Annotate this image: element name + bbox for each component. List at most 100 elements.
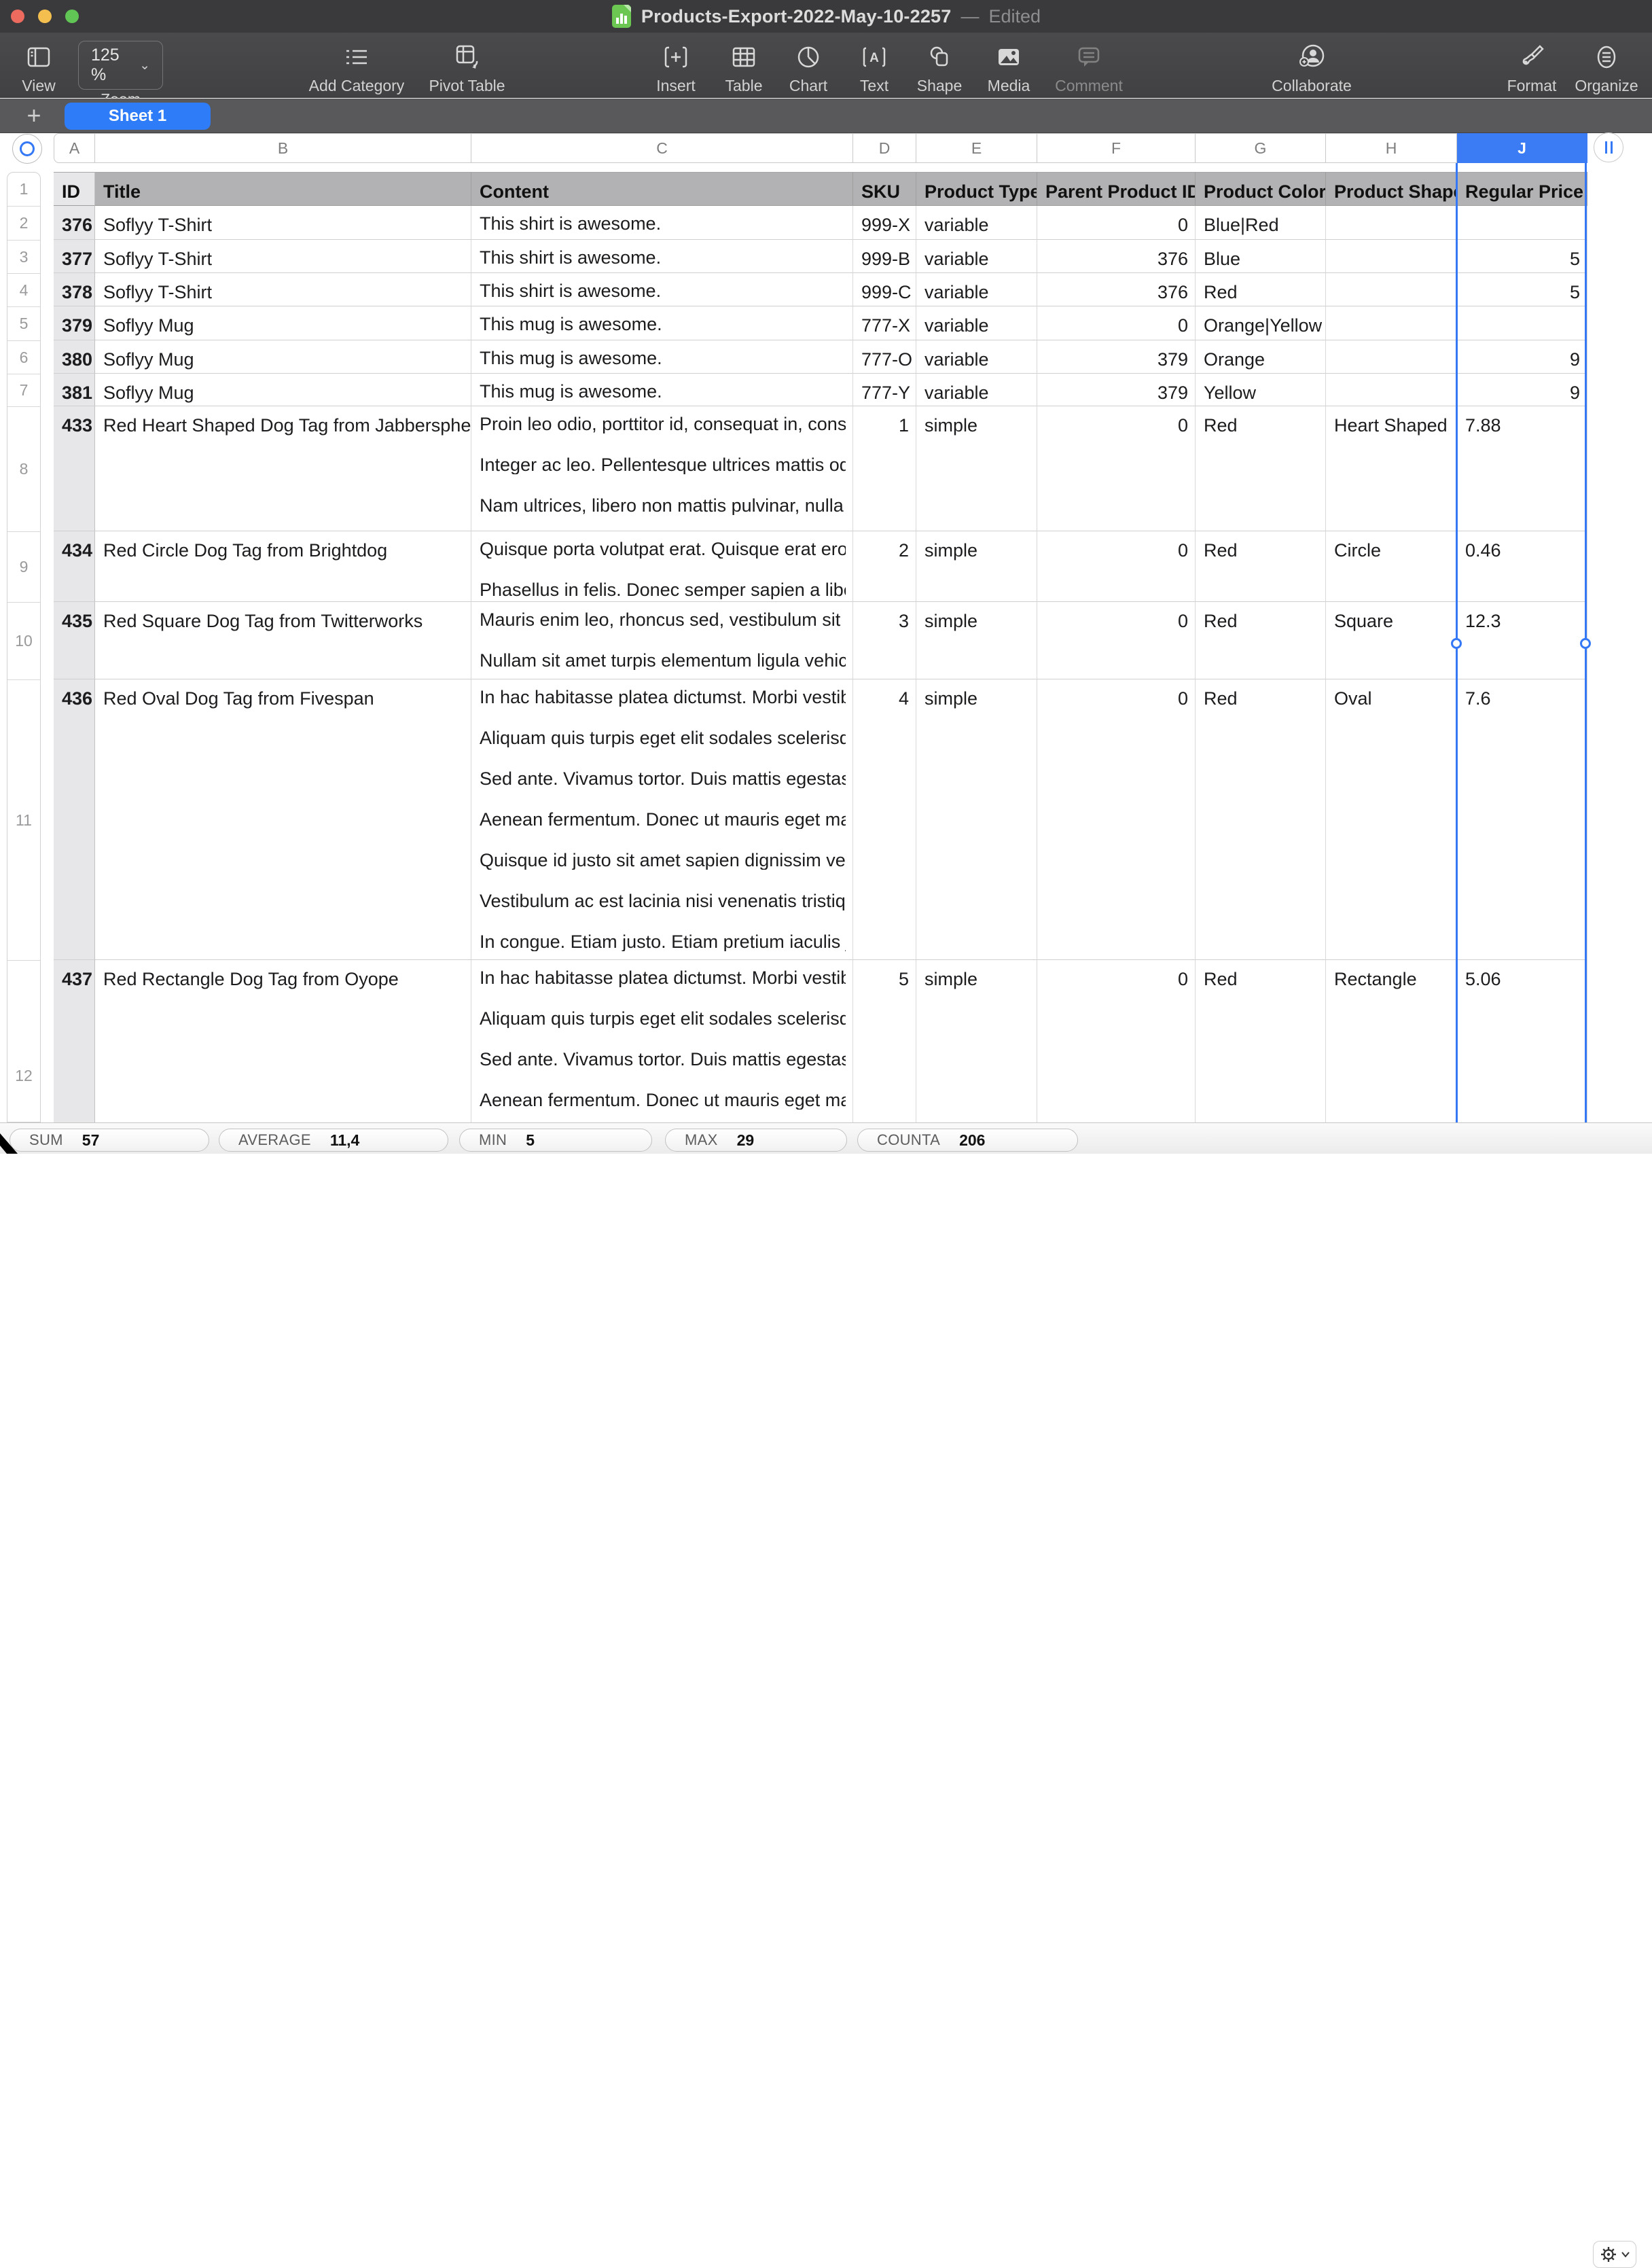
close-window-button[interactable] — [11, 10, 24, 23]
table-button[interactable]: Table — [717, 38, 771, 95]
minimize-window-button[interactable] — [38, 10, 52, 23]
cell-product_color-row11[interactable]: Red — [1196, 679, 1326, 960]
cell-title-row9[interactable]: Red Circle Dog Tag from Brightdog — [95, 531, 471, 602]
cell-product_shape-row11[interactable]: Oval — [1326, 679, 1457, 960]
row-number-8[interactable]: 8 — [7, 407, 40, 532]
row-number-10[interactable]: 10 — [7, 603, 40, 680]
row-number-2[interactable]: 2 — [7, 207, 40, 241]
cell-product_color-row10[interactable]: Red — [1196, 602, 1326, 679]
cell-product_color-row7[interactable]: Yellow — [1196, 374, 1326, 406]
cell-product_shape-row3[interactable] — [1326, 240, 1457, 273]
cell-product_shape-row5[interactable] — [1326, 306, 1457, 340]
cell-regular_price-row5[interactable] — [1457, 306, 1587, 340]
cell-id-row5[interactable]: 379 — [54, 306, 95, 340]
cell-product_type-row4[interactable]: variable — [916, 273, 1037, 306]
cell-parent_product_id-row3[interactable]: 376 — [1037, 240, 1196, 273]
cell-sku-row7[interactable]: 777-Y — [853, 374, 916, 406]
cell-id-row7[interactable]: 381 — [54, 374, 95, 406]
cell-content-row2[interactable]: This shirt is awesome. — [471, 206, 853, 240]
cell-parent_product_id-row12[interactable]: 0 — [1037, 960, 1196, 1122]
cell-id-row10[interactable]: 435 — [54, 602, 95, 679]
cell-sku-row9[interactable]: 2 — [853, 531, 916, 602]
column-header-F[interactable]: F — [1037, 133, 1196, 163]
cell-product_type-row10[interactable]: simple — [916, 602, 1037, 679]
cell-title-row4[interactable]: Soflyy T-Shirt — [95, 273, 471, 306]
aggregate-pill-average[interactable]: AVERAGE11,4 — [219, 1129, 448, 1152]
column-header-C[interactable]: C — [471, 133, 853, 163]
add-sheet-button[interactable]: + — [20, 102, 48, 129]
selection-resize-handle-right[interactable] — [1580, 638, 1591, 649]
cell-sku-row10[interactable]: 3 — [853, 602, 916, 679]
cell-title-row10[interactable]: Red Square Dog Tag from Twitterworks — [95, 602, 471, 679]
header-cell-sku[interactable]: SKU — [853, 172, 916, 206]
aggregate-pill-min[interactable]: MIN5 — [459, 1129, 652, 1152]
cell-content-row10[interactable]: Mauris enim leo, rhoncus sed, vestibulum… — [471, 602, 853, 679]
cell-parent_product_id-row2[interactable]: 0 — [1037, 206, 1196, 240]
cell-id-row3[interactable]: 377 — [54, 240, 95, 273]
cell-id-row6[interactable]: 380 — [54, 340, 95, 374]
row-number-4[interactable]: 4 — [7, 274, 40, 307]
format-button[interactable]: Format — [1498, 38, 1566, 95]
cell-product_type-row2[interactable]: variable — [916, 206, 1037, 240]
cell-product_shape-row6[interactable] — [1326, 340, 1457, 374]
cell-id-row9[interactable]: 434 — [54, 531, 95, 602]
cell-product_color-row8[interactable]: Red — [1196, 406, 1326, 531]
header-cell-title[interactable]: Title — [95, 172, 471, 206]
row-number-11[interactable]: 11 — [7, 680, 40, 961]
cell-title-row3[interactable]: Soflyy T-Shirt — [95, 240, 471, 273]
cell-parent_product_id-row9[interactable]: 0 — [1037, 531, 1196, 602]
header-cell-product_type[interactable]: Product Type — [916, 172, 1037, 206]
column-header-B[interactable]: B — [95, 133, 471, 163]
cell-parent_product_id-row10[interactable]: 0 — [1037, 602, 1196, 679]
cell-title-row7[interactable]: Soflyy Mug — [95, 374, 471, 406]
row-number-9[interactable]: 9 — [7, 532, 40, 603]
aggregate-pill-sum[interactable]: SUM57 — [10, 1129, 209, 1152]
shape-button[interactable]: Shape — [910, 38, 969, 95]
row-number-6[interactable]: 6 — [7, 341, 40, 374]
cell-parent_product_id-row5[interactable]: 0 — [1037, 306, 1196, 340]
comment-button[interactable]: Comment — [1049, 38, 1128, 95]
cell-regular_price-row6[interactable]: 9 — [1457, 340, 1587, 374]
cell-id-row4[interactable]: 378 — [54, 273, 95, 306]
cell-sku-row6[interactable]: 777-O — [853, 340, 916, 374]
collaborate-button[interactable]: Collaborate — [1260, 38, 1363, 95]
cell-content-row9[interactable]: Quisque porta volutpat erat. Quisque era… — [471, 531, 853, 602]
cell-regular_price-row3[interactable]: 5 — [1457, 240, 1587, 273]
cell-parent_product_id-row7[interactable]: 379 — [1037, 374, 1196, 406]
cell-id-row2[interactable]: 376 — [54, 206, 95, 240]
cell-id-row8[interactable]: 433 — [54, 406, 95, 531]
cell-product_color-row5[interactable]: Orange|Yellow — [1196, 306, 1326, 340]
cell-regular_price-row7[interactable]: 9 — [1457, 374, 1587, 406]
cell-product_color-row3[interactable]: Blue — [1196, 240, 1326, 273]
cell-product_type-row11[interactable]: simple — [916, 679, 1037, 960]
cell-regular_price-row2[interactable] — [1457, 206, 1587, 240]
header-cell-id[interactable]: ID — [54, 172, 95, 206]
cell-product_color-row12[interactable]: Red — [1196, 960, 1326, 1122]
cell-sku-row5[interactable]: 777-X — [853, 306, 916, 340]
cell-product_color-row2[interactable]: Blue|Red — [1196, 206, 1326, 240]
cell-regular_price-row12[interactable]: 5.06 — [1457, 960, 1587, 1122]
insert-button[interactable]: Insert — [645, 38, 706, 95]
chart-button[interactable]: Chart — [781, 38, 836, 95]
cell-content-row7[interactable]: This mug is awesome. — [471, 374, 853, 406]
cell-product_color-row6[interactable]: Orange — [1196, 340, 1326, 374]
column-header-A[interactable]: A — [54, 133, 95, 163]
cell-sku-row3[interactable]: 999-B — [853, 240, 916, 273]
cell-content-row11[interactable]: In hac habitasse platea dictumst. Morbi … — [471, 679, 853, 960]
header-cell-content[interactable]: Content — [471, 172, 853, 206]
cell-product_type-row8[interactable]: simple — [916, 406, 1037, 531]
cell-content-row6[interactable]: This mug is awesome. — [471, 340, 853, 374]
cell-parent_product_id-row8[interactable]: 0 — [1037, 406, 1196, 531]
header-cell-product_color[interactable]: Product Color — [1196, 172, 1326, 206]
add-column-handle[interactable] — [1594, 132, 1623, 162]
cell-product_type-row12[interactable]: simple — [916, 960, 1037, 1122]
cell-product_shape-row9[interactable]: Circle — [1326, 531, 1457, 602]
cell-title-row2[interactable]: Soflyy T-Shirt — [95, 206, 471, 240]
header-cell-product_shape[interactable]: Product Shape — [1326, 172, 1457, 206]
cell-sku-row2[interactable]: 999-X — [853, 206, 916, 240]
cell-content-row3[interactable]: This shirt is awesome. — [471, 240, 853, 273]
aggregate-pill-counta[interactable]: COUNTA206 — [857, 1129, 1078, 1152]
cell-product_shape-row10[interactable]: Square — [1326, 602, 1457, 679]
cell-product_color-row4[interactable]: Red — [1196, 273, 1326, 306]
column-header-H[interactable]: H — [1326, 133, 1457, 163]
